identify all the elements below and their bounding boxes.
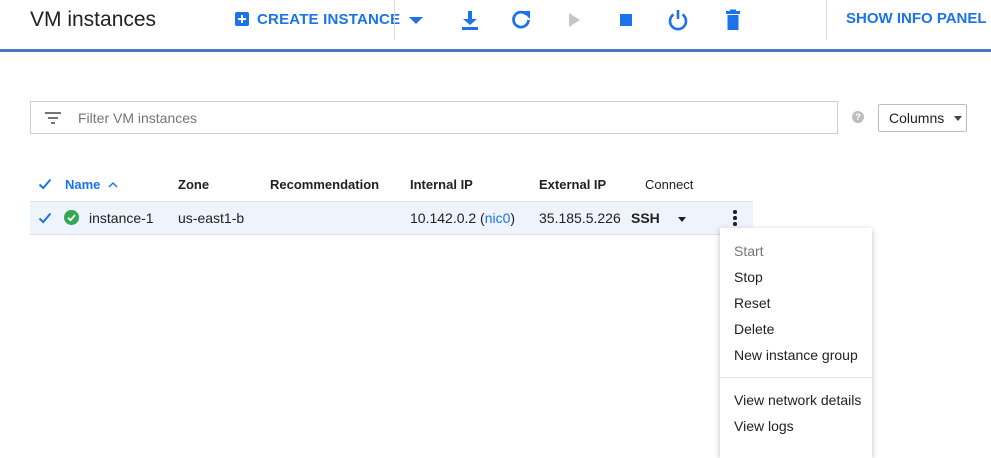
columns-label: Columns: [889, 110, 945, 126]
toolbar-divider: [826, 0, 827, 40]
stop-icon[interactable]: [614, 8, 638, 32]
menu-item-new-instance-group[interactable]: New instance group: [720, 342, 872, 368]
show-info-panel-button[interactable]: SHOW INFO PANEL: [846, 10, 987, 27]
add-box-icon: [235, 12, 249, 26]
select-all-checkbox[interactable]: [38, 177, 52, 191]
help-icon[interactable]: ?: [852, 111, 864, 123]
page-header: VM instances CREATE INSTANCE SHOW INFO P…: [0, 0, 991, 52]
ssh-label: SSH: [631, 210, 660, 226]
instance-name-link[interactable]: instance-1: [89, 210, 154, 226]
column-header-external-ip[interactable]: External IP: [539, 177, 606, 192]
menu-item-reset[interactable]: Reset: [720, 290, 872, 316]
table-row[interactable]: instance-1 us-east1-b 10.142.0.2 (nic0) …: [30, 201, 753, 235]
sort-ascending-icon: [108, 182, 118, 188]
chevron-down-icon: [954, 115, 963, 121]
create-instance-label: CREATE INSTANCE: [257, 10, 401, 28]
filter-input[interactable]: [78, 108, 778, 128]
toolbar-divider: [394, 0, 395, 40]
row-checkbox[interactable]: [38, 211, 52, 225]
delete-icon[interactable]: [721, 8, 745, 32]
menu-item-view-logs[interactable]: View logs: [720, 413, 872, 439]
dropdown-caret-icon[interactable]: [404, 8, 428, 32]
status-running-icon: [64, 210, 79, 225]
instance-external-ip: 35.185.5.226: [539, 210, 621, 226]
download-icon[interactable]: [458, 8, 482, 32]
table-header: Name Zone Recommendation Internal IP Ext…: [30, 170, 753, 200]
refresh-icon[interactable]: [509, 8, 533, 32]
filter-icon: [45, 112, 61, 124]
start-icon[interactable]: [562, 8, 586, 32]
column-header-name[interactable]: Name: [65, 177, 118, 192]
page-title: VM instances: [30, 8, 157, 31]
menu-divider: [720, 377, 872, 378]
internal-ip-address: 10.142.0.2 (: [410, 210, 485, 226]
filter-bar: [30, 101, 838, 134]
column-header-name-label: Name: [65, 177, 101, 192]
menu-item-delete[interactable]: Delete: [720, 316, 872, 342]
instance-actions-menu: Start Stop Reset Delete New instance gro…: [720, 228, 872, 458]
columns-button[interactable]: Columns: [878, 104, 967, 132]
ssh-button[interactable]: SSH: [631, 210, 686, 226]
instance-zone: us-east1-b: [178, 210, 245, 226]
menu-item-stop[interactable]: Stop: [720, 264, 872, 290]
menu-item-start: Start: [734, 243, 764, 259]
internal-ip-nic-link[interactable]: nic0: [485, 210, 511, 226]
internal-ip-close-paren: ): [510, 210, 516, 226]
power-icon[interactable]: [666, 8, 690, 32]
create-instance-button[interactable]: CREATE INSTANCE: [235, 8, 400, 30]
instance-internal-ip: 10.142.0.2 (nic0): [410, 210, 515, 226]
column-header-internal-ip[interactable]: Internal IP: [410, 177, 473, 192]
menu-item-view-network-details[interactable]: View network details: [720, 387, 872, 413]
column-header-recommendation[interactable]: Recommendation: [270, 177, 379, 192]
ssh-dropdown-icon[interactable]: [677, 216, 686, 222]
column-header-zone[interactable]: Zone: [178, 177, 209, 192]
column-header-connect: Connect: [645, 177, 694, 192]
more-actions-icon[interactable]: [732, 208, 738, 228]
